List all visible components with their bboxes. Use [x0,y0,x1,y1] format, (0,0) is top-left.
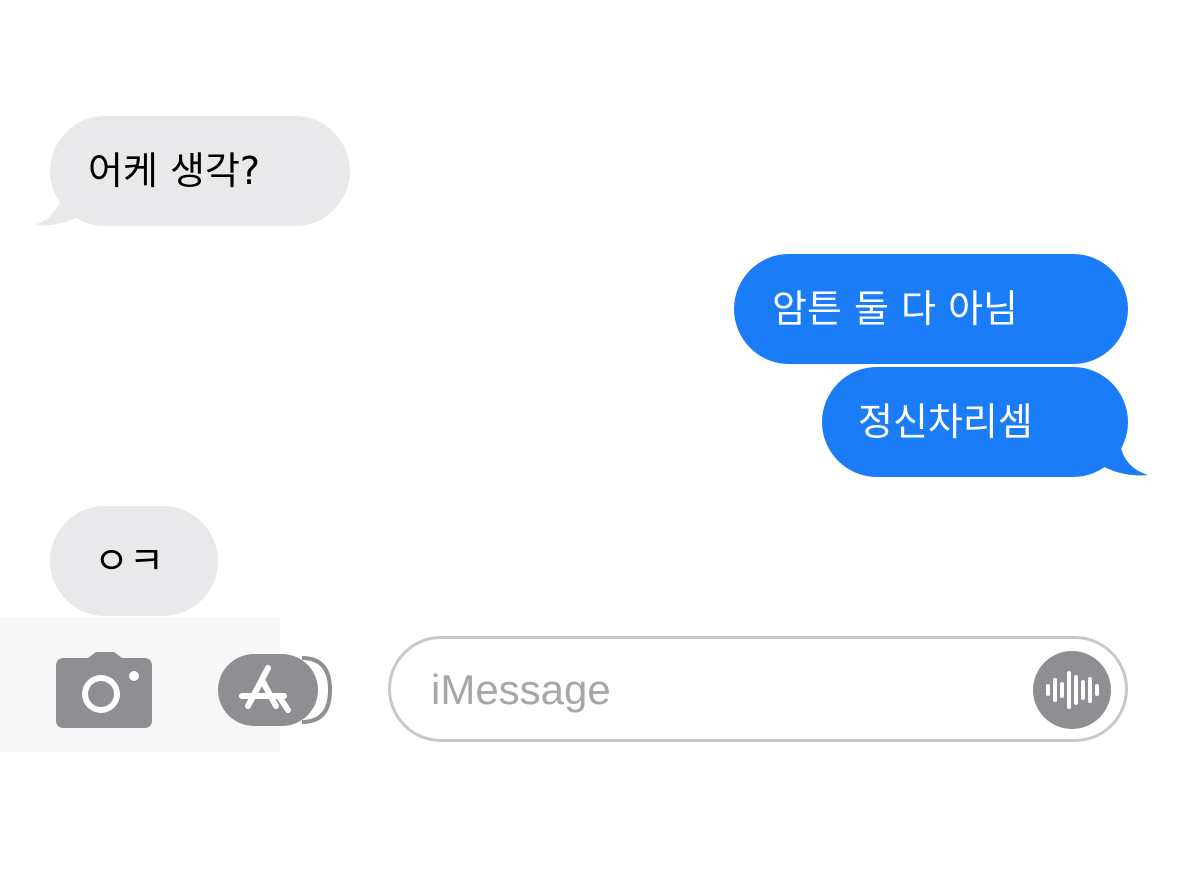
incoming-message-bubble[interactable]: 어케 생각? [50,116,350,226]
message-text: 정신차리셈 [858,400,1033,444]
message-text: 어케 생각? [88,149,261,193]
outgoing-bubble-tail [1094,438,1148,476]
waveform-icon [1046,671,1099,709]
camera-icon [56,652,152,728]
camera-button[interactable] [56,652,152,728]
app-store-icon [218,654,333,726]
incoming-message-bubble[interactable]: ㅇㅋ [50,506,218,616]
imessage-screen: 어케 생각? 암튼 둘 다 아님 정신차리셈 ㅇㅋ [0,0,1179,871]
apps-button[interactable] [218,654,336,726]
message-input[interactable] [429,659,1013,721]
message-text: 암튼 둘 다 아님 [772,287,1018,331]
message-text: ㅇㅋ [94,539,164,583]
audio-message-button[interactable] [1033,651,1111,729]
outgoing-message-bubble[interactable]: 정신차리셈 [822,367,1128,477]
compose-bar [0,618,1179,752]
incoming-bubble-tail [34,188,88,226]
outgoing-message-bubble[interactable]: 암튼 둘 다 아님 [734,254,1128,364]
message-input-field[interactable] [388,636,1128,742]
